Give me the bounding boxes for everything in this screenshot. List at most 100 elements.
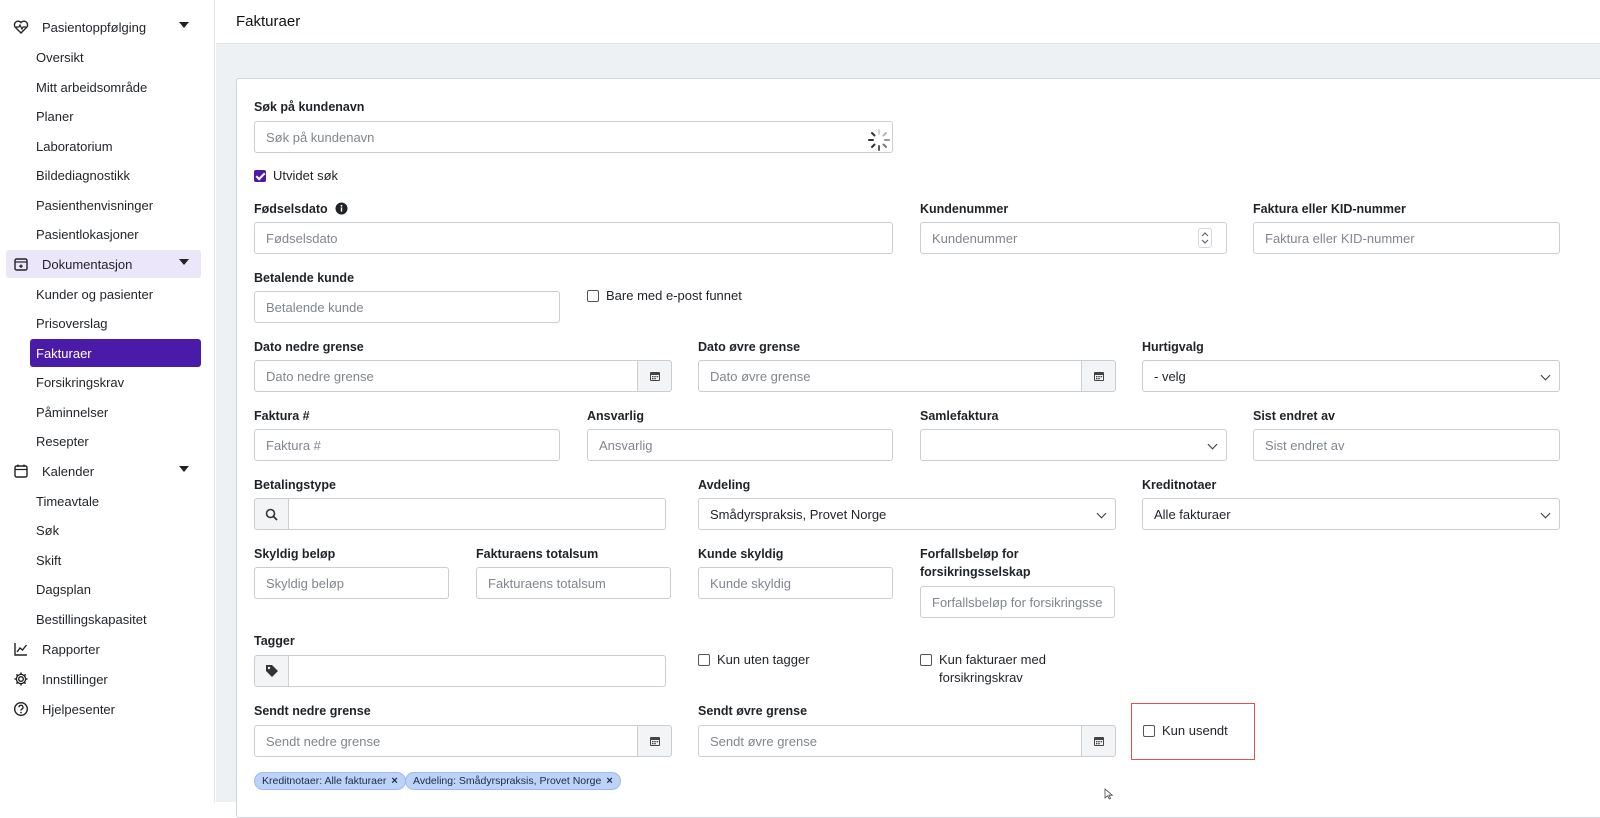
sidebar-item-oversikt[interactable]: Oversikt — [30, 43, 201, 71]
credit-notes-value: Alle fakturaer — [1154, 506, 1231, 522]
sidebar-item-mitt-arbeidsomrade[interactable]: Mitt arbeidsområde — [30, 73, 201, 101]
calendar-icon[interactable] — [1081, 360, 1116, 392]
quick-select-value: - velg — [1154, 368, 1186, 384]
date-lower-input[interactable] — [254, 360, 638, 392]
sidebar-group-innstillinger[interactable]: Innstillinger — [6, 665, 201, 693]
sidebar: Pasientoppfølging Oversikt Mitt arbeidso… — [0, 0, 215, 802]
tags-input[interactable] — [288, 655, 666, 687]
customer-owes-label: Kunde skyldig — [698, 547, 784, 561]
checkbox-icon — [1143, 725, 1155, 737]
insurer-due-label-line1: Forfallsbeløp for — [920, 547, 1019, 561]
sent-upper-label: Sendt øvre grense — [698, 704, 808, 718]
number-stepper-icon[interactable] — [1198, 228, 1212, 248]
invoice-kid-label: Faktura eller KID-nummer — [1253, 202, 1406, 216]
sidebar-item-laboratorium[interactable]: Laboratorium — [30, 132, 201, 160]
chevron-down-icon — [179, 259, 189, 265]
calendar-icon[interactable] — [1081, 725, 1116, 757]
sidebar-item-pasientlokasjoner[interactable]: Pasientlokasjoner — [30, 220, 201, 248]
chevron-down-icon — [1540, 508, 1551, 519]
customer-search-label: Søk på kundenavn — [254, 100, 365, 114]
sidebar-group-pasientoppfolging[interactable]: Pasientoppfølging — [6, 13, 201, 41]
extended-search-checkbox[interactable]: Utvidet søk — [254, 167, 338, 185]
tags-label: Tagger — [254, 634, 295, 648]
chevron-down-icon — [1207, 439, 1218, 450]
invoice-total-input[interactable] — [476, 567, 671, 599]
customer-number-label: Kundenummer — [920, 202, 1009, 216]
customer-owes-input[interactable] — [698, 567, 893, 599]
heart-pulse-icon — [12, 18, 30, 36]
sidebar-item-dagsplan[interactable]: Dagsplan — [30, 575, 201, 603]
customer-number-input[interactable] — [920, 222, 1227, 254]
only-email-checkbox[interactable]: Bare med e-post funnet — [587, 287, 742, 305]
sidebar-item-bestillingskapasitet[interactable]: Bestillingskapasitet — [30, 605, 201, 633]
sent-lower-label: Sendt nedre grense — [254, 704, 371, 718]
quick-select-dropdown[interactable]: - velg — [1142, 360, 1560, 392]
checkbox-icon — [587, 290, 599, 302]
sidebar-group-kalender[interactable]: Kalender — [6, 457, 201, 485]
birthdate-label: Fødselsdato — [254, 200, 348, 220]
filter-chip-label: Kreditnotaer: Alle fakturaer — [262, 775, 387, 787]
checkbox-icon — [698, 654, 710, 666]
sidebar-item-fakturaer[interactable]: Fakturaer — [30, 339, 201, 367]
sidebar-item-paminnelser[interactable]: Påminnelser — [30, 398, 201, 426]
paying-customer-label: Betalende kunde — [254, 271, 355, 285]
sidebar-item-skift[interactable]: Skift — [30, 546, 201, 574]
filter-chip-label: Avdeling: Smådyrspraksis, Provet Norge — [413, 775, 602, 787]
credit-notes-dropdown[interactable]: Alle fakturaer — [1142, 498, 1560, 530]
sidebar-item-timeavtale[interactable]: Timeavtale — [30, 487, 201, 515]
responsible-input[interactable] — [587, 429, 893, 461]
sent-upper-input[interactable] — [698, 725, 1082, 757]
calendar-icon — [12, 462, 30, 480]
amount-due-input[interactable] — [254, 567, 449, 599]
sidebar-item-pasienthenvisninger[interactable]: Pasienthenvisninger — [30, 191, 201, 219]
chevron-down-icon — [1096, 508, 1107, 519]
mouse-cursor-icon — [1104, 788, 1114, 800]
department-label: Avdeling — [698, 478, 751, 492]
amount-due-label: Skyldig beløp — [254, 547, 336, 561]
page-title: Fakturaer — [236, 13, 301, 30]
calendar-icon[interactable] — [637, 360, 672, 392]
date-lower-label: Dato nedre grense — [254, 340, 364, 354]
date-upper-input[interactable] — [698, 360, 1082, 392]
sidebar-item-sok[interactable]: Søk — [30, 516, 201, 544]
only-unsent-checkbox[interactable]: Kun usendt — [1143, 722, 1228, 740]
invoice-no-input[interactable] — [254, 429, 560, 461]
sidebar-group-hjelpesenter[interactable]: Hjelpesenter — [6, 695, 201, 723]
invoice-kid-input[interactable] — [1253, 222, 1560, 254]
checkbox-icon — [920, 654, 932, 666]
sidebar-group-label: Pasientoppfølging — [42, 19, 147, 35]
only-insurance-claims-checkbox[interactable]: Kun fakturaer med forsikringskrav — [920, 651, 1046, 687]
birthdate-input[interactable] — [254, 222, 893, 254]
only-without-tags-checkbox[interactable]: Kun uten tagger — [698, 651, 810, 669]
sidebar-item-kunder-og-pasienter[interactable]: Kunder og pasienter — [30, 280, 201, 308]
payment-type-input[interactable] — [288, 498, 666, 530]
only-insurance-line2: forsikringskrav — [939, 670, 1023, 685]
department-dropdown[interactable]: Smådyrspraksis, Provet Norge — [698, 498, 1116, 530]
sidebar-item-resepter[interactable]: Resepter — [30, 427, 201, 455]
sent-lower-input[interactable] — [254, 725, 638, 757]
sidebar-item-planer[interactable]: Planer — [30, 102, 201, 130]
sidebar-item-forsikringskrav[interactable]: Forsikringskrav — [30, 368, 201, 396]
document-icon — [12, 255, 30, 273]
calendar-icon[interactable] — [637, 725, 672, 757]
insurer-due-input[interactable] — [920, 586, 1115, 618]
gear-icon — [12, 670, 30, 688]
info-icon[interactable] — [335, 202, 348, 220]
paying-customer-input[interactable] — [254, 291, 560, 323]
sidebar-item-bildediagnostikk[interactable]: Bildediagnostikk — [30, 161, 201, 189]
invoice-no-label: Faktura # — [254, 409, 310, 423]
last-changed-by-input[interactable] — [1253, 429, 1560, 461]
filter-chip-credit-notes[interactable]: Kreditnotaer: Alle fakturaer × — [254, 772, 406, 790]
sidebar-item-prisoverslag[interactable]: Prisoverslag — [30, 309, 201, 337]
close-icon[interactable]: × — [391, 775, 397, 787]
close-icon[interactable]: × — [606, 775, 612, 787]
sidebar-group-dokumentasjon[interactable]: Dokumentasjon — [6, 250, 201, 278]
only-email-label: Bare med e-post funnet — [606, 288, 742, 303]
collective-invoice-dropdown[interactable] — [920, 429, 1227, 461]
insurer-due-label-line2: forsikringsselskap — [920, 565, 1031, 579]
tag-icon — [254, 655, 289, 687]
sidebar-group-rapporter[interactable]: Rapporter — [6, 635, 201, 663]
search-icon — [254, 498, 289, 530]
filter-chip-department[interactable]: Avdeling: Smådyrspraksis, Provet Norge × — [405, 772, 621, 790]
customer-search-input[interactable] — [254, 121, 893, 153]
